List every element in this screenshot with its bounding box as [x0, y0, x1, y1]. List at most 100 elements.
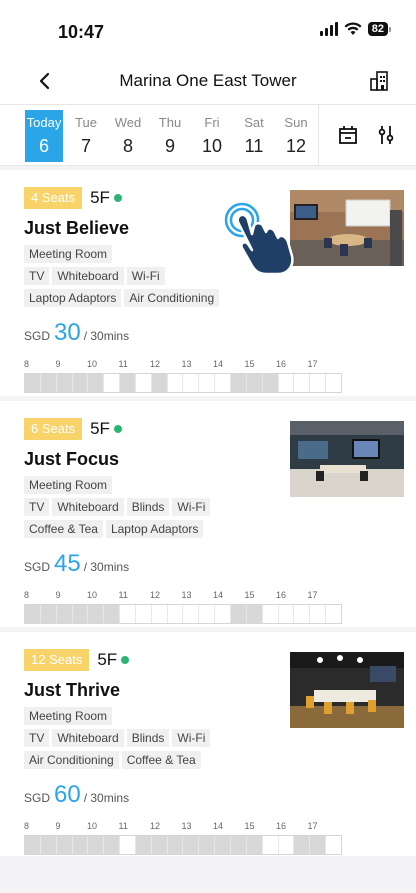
filter-button[interactable]: [374, 123, 398, 147]
time-slot-booked[interactable]: [40, 836, 57, 854]
time-slot-booked[interactable]: [135, 836, 152, 854]
time-slot-available[interactable]: [262, 836, 279, 854]
hour-label: 10: [87, 590, 98, 600]
time-slot-available[interactable]: [104, 374, 121, 392]
hour-label: 11: [118, 821, 128, 831]
time-slot-available[interactable]: [310, 605, 327, 623]
time-slot-booked[interactable]: [25, 605, 41, 623]
amenity-tag: Whiteboard: [52, 498, 124, 516]
time-slot-available[interactable]: [278, 374, 295, 392]
time-slot-booked[interactable]: [310, 836, 327, 854]
time-slot-booked[interactable]: [72, 605, 89, 623]
room-photo[interactable]: [290, 652, 404, 728]
date-fri[interactable]: Fri 10: [193, 110, 231, 162]
time-slot-available[interactable]: [326, 836, 341, 854]
room-photo[interactable]: [290, 421, 404, 497]
building-icon: [370, 71, 388, 91]
amenity-tag: Air Conditioning: [124, 289, 220, 307]
time-slot-booked[interactable]: [183, 836, 200, 854]
floor-label: 5F: [90, 419, 110, 438]
time-slot-available[interactable]: [183, 374, 200, 392]
time-slot-booked[interactable]: [104, 836, 121, 854]
time-slot-available[interactable]: [135, 605, 152, 623]
time-slot-booked[interactable]: [246, 374, 263, 392]
date-day-name: Fri: [204, 115, 220, 130]
time-slot-booked[interactable]: [25, 374, 41, 392]
time-slot-available[interactable]: [326, 605, 341, 623]
time-slot-booked[interactable]: [88, 374, 105, 392]
time-slot-booked[interactable]: [262, 374, 279, 392]
hour-label: 15: [244, 590, 255, 600]
time-slot-booked[interactable]: [56, 605, 73, 623]
time-slot-booked[interactable]: [230, 836, 247, 854]
date-today[interactable]: Today 6: [25, 110, 63, 162]
time-slot-booked[interactable]: [167, 836, 184, 854]
time-slot-available[interactable]: [278, 605, 295, 623]
date-thu[interactable]: Thu 9: [151, 110, 189, 162]
amenity-tag: TV: [24, 267, 50, 285]
time-slot-booked[interactable]: [151, 374, 168, 392]
date-sun[interactable]: Sun 12: [277, 110, 315, 162]
date-sat[interactable]: Sat 11: [235, 110, 273, 162]
time-slot-booked[interactable]: [56, 374, 73, 392]
date-wed[interactable]: Wed 8: [109, 110, 147, 162]
time-slot-booked[interactable]: [72, 374, 89, 392]
hour-label: 11: [118, 590, 128, 600]
time-slot-available[interactable]: [294, 605, 311, 623]
time-slot-available[interactable]: [326, 374, 341, 392]
time-slot-available[interactable]: [120, 836, 136, 854]
room-card-just-thrive[interactable]: 12 Seats 5F Just Thrive Meeting Room TV W…: [0, 632, 416, 858]
time-slot-booked[interactable]: [230, 605, 247, 623]
date-tue[interactable]: Tue 7: [67, 110, 105, 162]
availability-timeline[interactable]: [24, 373, 342, 393]
time-slot-booked[interactable]: [215, 836, 231, 854]
time-slot-booked[interactable]: [230, 374, 247, 392]
time-slot-booked[interactable]: [246, 836, 263, 854]
time-slot-available[interactable]: [167, 374, 184, 392]
date-day-name: Sun: [284, 115, 308, 130]
time-slot-available[interactable]: [183, 605, 200, 623]
divider: [318, 105, 319, 165]
hour-label: 8: [24, 590, 30, 600]
time-slot-available[interactable]: [151, 605, 168, 623]
status-icons: 82: [319, 22, 392, 36]
time-slot-booked[interactable]: [151, 836, 168, 854]
time-slot-available[interactable]: [278, 836, 295, 854]
time-slot-available[interactable]: [120, 605, 136, 623]
time-slot-available[interactable]: [215, 374, 231, 392]
time-slot-booked[interactable]: [56, 836, 73, 854]
time-slot-booked[interactable]: [294, 836, 311, 854]
time-slot-booked[interactable]: [40, 374, 57, 392]
time-slot-available[interactable]: [310, 374, 327, 392]
hour-label: 10: [87, 821, 98, 831]
building-button[interactable]: [364, 66, 394, 96]
tap-hand-icon: [224, 202, 294, 276]
time-slot-available[interactable]: [262, 605, 279, 623]
time-slot-booked[interactable]: [72, 836, 89, 854]
floor-label: 5F: [97, 650, 118, 669]
time-slot-booked[interactable]: [120, 374, 136, 392]
signal-icon: [319, 22, 338, 36]
room-card-just-believe[interactable]: 4 Seats 5F Just Believe Meeting Room TV W…: [0, 170, 416, 396]
time-slot-available[interactable]: [135, 374, 152, 392]
time-slot-available[interactable]: [199, 605, 216, 623]
calendar-button[interactable]: [336, 123, 360, 147]
room-card-just-focus[interactable]: 6 Seats 5F Just Focus Meeting Room TV Whi…: [0, 401, 416, 627]
room-photo[interactable]: [290, 190, 404, 266]
availability-timeline[interactable]: [24, 835, 342, 855]
time-slot-booked[interactable]: [88, 605, 105, 623]
filter-sliders-icon: [378, 126, 394, 144]
time-slot-booked[interactable]: [40, 605, 57, 623]
amenity-tag: TV: [24, 498, 50, 516]
time-slot-available[interactable]: [167, 605, 184, 623]
time-slot-booked[interactable]: [25, 836, 41, 854]
time-slot-booked[interactable]: [88, 836, 105, 854]
time-slot-booked[interactable]: [246, 605, 263, 623]
time-slot-available[interactable]: [199, 374, 216, 392]
time-slot-available[interactable]: [215, 605, 231, 623]
amenity-tag: TV: [24, 729, 50, 747]
time-slot-available[interactable]: [294, 374, 311, 392]
availability-timeline[interactable]: [24, 604, 342, 624]
time-slot-booked[interactable]: [199, 836, 216, 854]
time-slot-booked[interactable]: [104, 605, 121, 623]
